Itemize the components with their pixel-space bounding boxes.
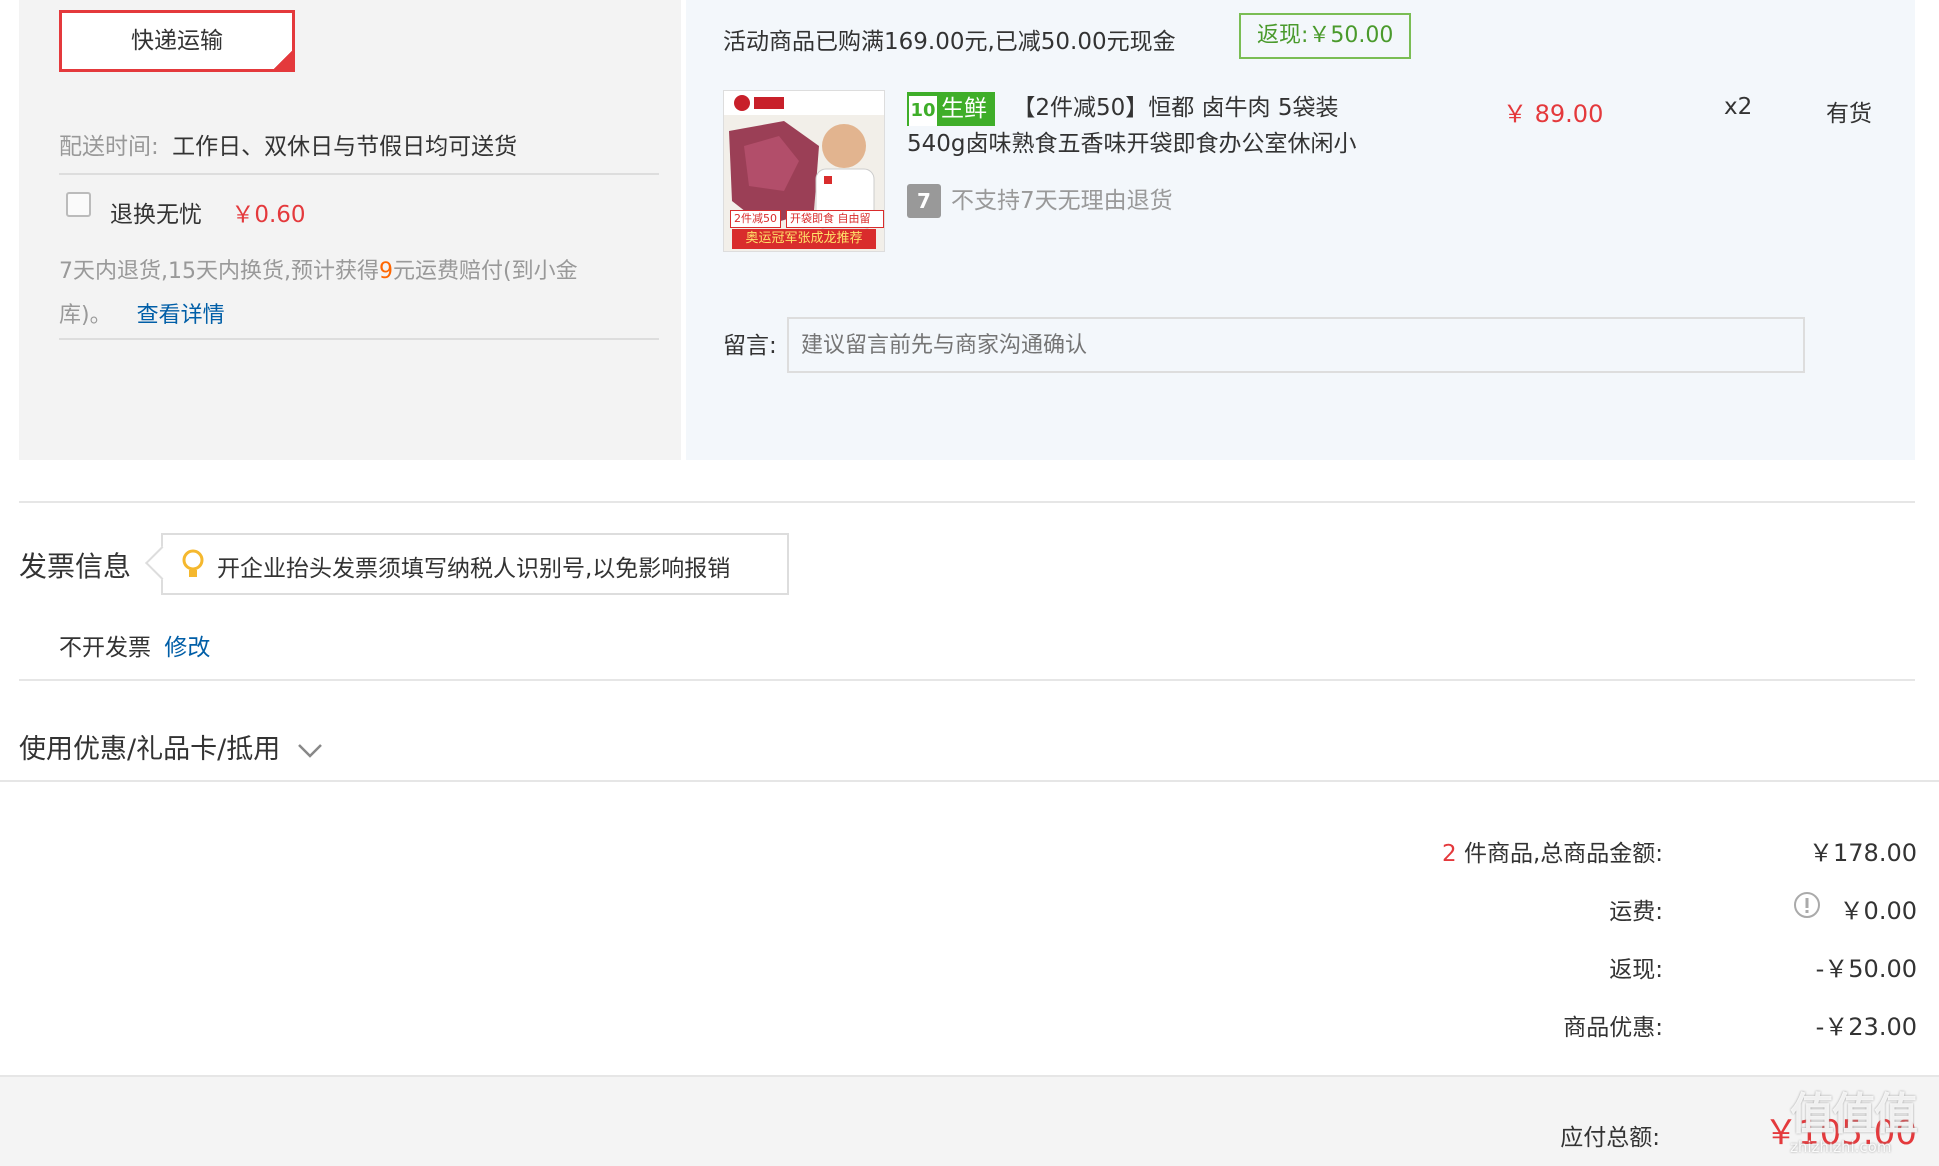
watermark-text: zhizhizhi.com xyxy=(1790,1138,1892,1156)
message-input[interactable] xyxy=(787,317,1805,373)
total-label: 应付总额: xyxy=(1560,1125,1660,1151)
return-desc-text: 7天内退货,15天内换货,预计获得 xyxy=(59,259,379,284)
coupon-toggle[interactable]: 使用优惠/礼品卡/抵用 xyxy=(19,727,323,766)
delivery-time: 配送时间: 工作日、双休日与节假日均可送货 xyxy=(59,127,517,161)
product-image[interactable]: 2件减50 开袋即食 自由留香 奥运冠军张成龙推荐 xyxy=(723,90,885,252)
items-total-label: 2 件商品,总商品金额: xyxy=(1243,834,1663,868)
return-desc-text-2: 元运费赔付(到小金 xyxy=(392,259,578,284)
image-badge-2: 开袋即食 自由留香 xyxy=(786,210,884,241)
cashback-label: 返现: xyxy=(1609,957,1663,983)
invoice-tip: 开企业抬头发票须填写纳税人识别号,以免影响报销 xyxy=(145,533,789,595)
divider xyxy=(59,338,659,340)
invoice-title: 发票信息 xyxy=(19,550,132,583)
product-title[interactable]: 10 生鲜 【2件减50】恒都 卤牛肉 5袋装 540g卤味熟食五香味开袋即食办公… xyxy=(907,90,1487,162)
invoice-status-row: 不开发票 修改 xyxy=(59,628,210,662)
shipping-fee-value: ￥0.00 xyxy=(1839,897,1917,925)
tip-arrow xyxy=(145,546,179,580)
items-total-label-text: 件商品,总商品金额: xyxy=(1463,841,1663,867)
items-total-value: ￥178.00 xyxy=(1809,839,1917,867)
return-service-row: 退换无忧 ￥0.60 xyxy=(110,195,306,229)
divider xyxy=(19,679,1915,681)
invoice-edit-link[interactable]: 修改 xyxy=(164,635,210,661)
return-desc-line2: 库)。 xyxy=(59,303,112,328)
discount-label: 商品优惠: xyxy=(1563,1015,1663,1041)
product-title-line2: 540g卤味熟食五香味开袋即食办公室休闲小 xyxy=(907,131,1357,157)
divider xyxy=(19,501,1915,503)
return-desc-highlight: 9 xyxy=(378,259,393,284)
product-stock: 有货 xyxy=(1826,101,1872,127)
return-service-label: 退换无忧 xyxy=(110,202,202,228)
shipping-option-label: 快递运输 xyxy=(131,28,223,54)
invoice-status: 不开发票 xyxy=(59,635,151,661)
promo-text: 活动商品已购满169.00元,已减50.00元现金 xyxy=(723,29,1176,55)
discount-value: -￥23.00 xyxy=(1815,1013,1917,1041)
shipping-option-express[interactable]: 快递运输 ✓ xyxy=(59,10,295,72)
fresh-tag-label: 生鲜 xyxy=(941,95,987,122)
return-policy-note: 不支持7天无理由退货 xyxy=(951,188,1173,214)
fresh-logo-icon: 10 xyxy=(909,95,937,126)
item-count: 2 xyxy=(1441,841,1457,867)
image-badge-1: 2件减50 xyxy=(730,210,781,228)
shipping-fee-label: 运费: xyxy=(1609,899,1663,925)
return-service-price: ￥0.60 xyxy=(231,202,306,228)
image-banner: 奥运冠军张成龙推荐 xyxy=(732,229,876,249)
product-price: ￥ 89.00 xyxy=(1503,100,1604,128)
cashback-value: -￥50.00 xyxy=(1815,955,1917,983)
view-details-link[interactable]: 查看详情 xyxy=(137,303,225,328)
watermark-logo: 值值值 xyxy=(1790,1089,1918,1140)
return-service-description: 7天内退货,15天内换货,预计获得9元运费赔付(到小金 库)。 查看详情 xyxy=(59,250,669,338)
coupon-label: 使用优惠/礼品卡/抵用 xyxy=(19,734,281,765)
cashback-badge: 返现:￥50.00 xyxy=(1239,13,1412,59)
message-label: 留言: xyxy=(723,333,777,359)
chevron-down-icon xyxy=(297,743,322,758)
product-title-line1: 【2件减50】恒都 卤牛肉 5袋装 xyxy=(1012,95,1339,121)
invoice-tip-text: 开企业抬头发票须填写纳税人识别号,以免影响报销 xyxy=(217,556,731,582)
return-service-checkbox[interactable] xyxy=(66,192,91,217)
selected-check-icon: ✓ xyxy=(269,38,295,72)
product-quantity: x2 xyxy=(1724,94,1753,120)
delivery-time-label: 配送时间: xyxy=(59,134,159,160)
divider xyxy=(59,173,659,175)
fresh-tag: 10 生鲜 xyxy=(907,91,995,126)
lightbulb-icon xyxy=(182,549,204,577)
delivery-time-value: 工作日、双休日与节假日均可送货 xyxy=(172,134,518,160)
divider xyxy=(0,780,1939,782)
no-return-icon: 7 xyxy=(907,184,941,218)
